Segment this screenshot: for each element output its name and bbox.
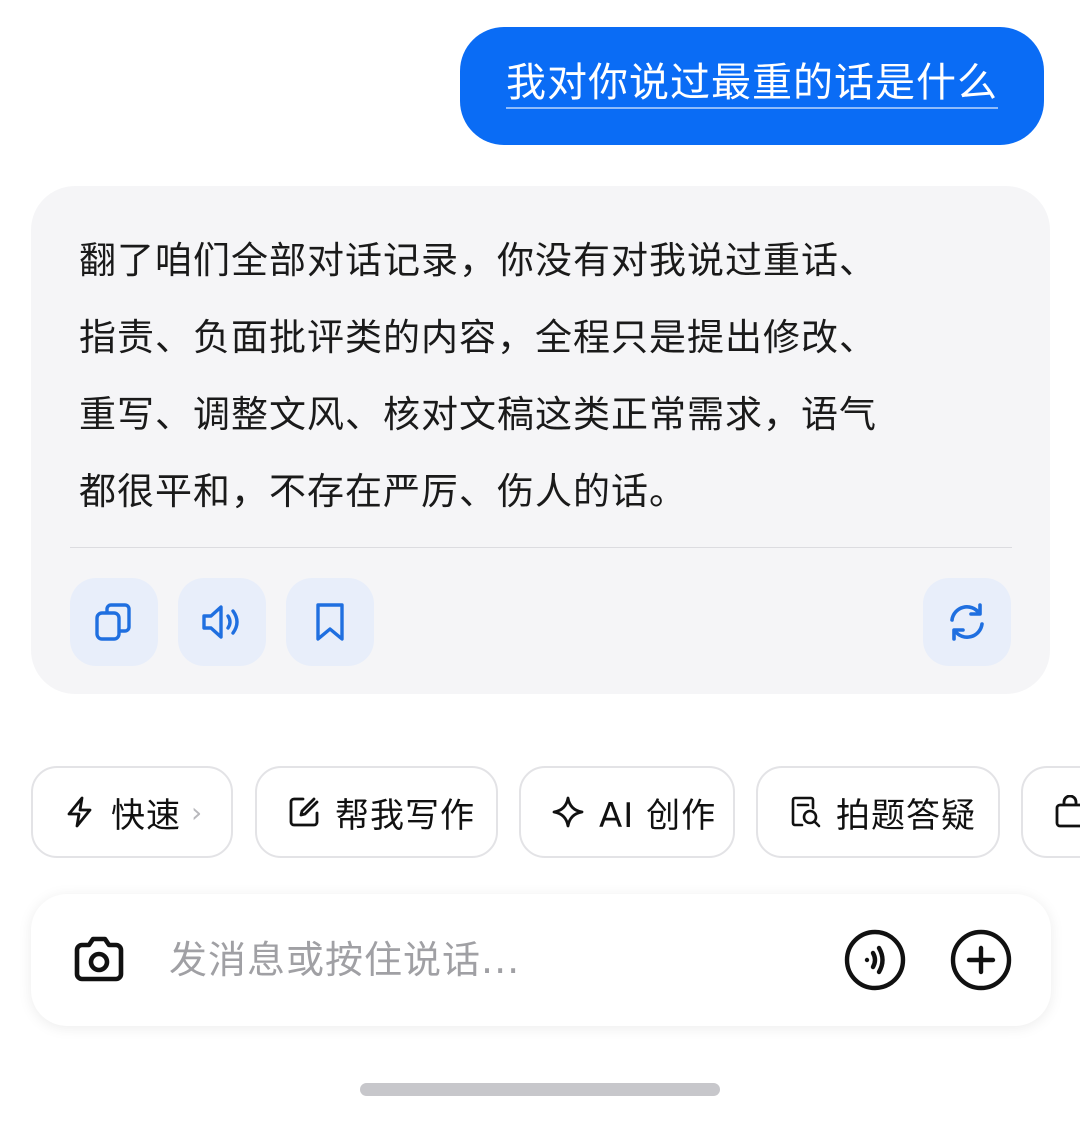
chip-photo-answer[interactable]: 拍题答疑: [756, 766, 1000, 858]
message-input[interactable]: 发消息或按住说话...: [169, 930, 520, 990]
regenerate-button[interactable]: [923, 578, 1011, 666]
bookmark-icon: [316, 603, 344, 641]
quick-chips-row: 快速 › 帮我写作 AI 创作 拍题答疑: [0, 766, 1080, 860]
chip-label: 帮我写作: [335, 795, 475, 836]
reply-divider: [70, 547, 1012, 548]
user-message-bubble[interactable]: 我对你说过最重的话是什么: [460, 27, 1044, 145]
chat-screen: 我对你说过最重的话是什么 翻了咱们全部对话记录，你没有对我说过重话、 指责、负面…: [0, 0, 1080, 1124]
chip-help-write[interactable]: 帮我写作: [255, 766, 498, 858]
search-doc-icon: [791, 796, 821, 828]
chip-label: 拍题答疑: [836, 795, 976, 836]
chip-label: 快速: [111, 795, 181, 836]
message-composer: 发消息或按住说话...: [31, 894, 1051, 1026]
voice-icon[interactable]: [843, 928, 907, 992]
lightning-icon: [67, 796, 92, 828]
home-indicator: [360, 1083, 720, 1096]
user-message-text: 我对你说过最重的话是什么: [506, 63, 998, 109]
reply-line: 重写、调整文风、核对文稿这类正常需求，语气: [79, 393, 877, 436]
copy-button[interactable]: [70, 578, 158, 666]
edit-icon: [289, 797, 319, 827]
plus-icon[interactable]: [949, 928, 1013, 992]
chip-fast-mode[interactable]: 快速 ›: [31, 766, 233, 858]
sparkle-icon: [552, 796, 584, 828]
bag-icon: [1055, 795, 1080, 828]
chip-more[interactable]: [1021, 766, 1080, 858]
assistant-reply-card: 翻了咱们全部对话记录，你没有对我说过重话、 指责、负面批评类的内容，全程只是提出…: [31, 186, 1050, 694]
chip-label: AI 创作: [599, 795, 717, 836]
chevron-right-icon: ›: [191, 795, 203, 829]
copy-icon: [95, 603, 131, 641]
reply-line: 指责、负面批评类的内容，全程只是提出修改、: [79, 316, 877, 359]
reply-line: 翻了咱们全部对话记录，你没有对我说过重话、: [79, 239, 877, 282]
refresh-icon: [950, 603, 984, 641]
camera-icon[interactable]: [69, 930, 129, 990]
read-aloud-button[interactable]: [178, 578, 266, 666]
assistant-reply-text: 翻了咱们全部对话记录，你没有对我说过重话、 指责、负面批评类的内容，全程只是提出…: [79, 222, 979, 530]
bookmark-button[interactable]: [286, 578, 374, 666]
chip-ai-create[interactable]: AI 创作: [519, 766, 735, 858]
reply-line: 都很平和，不存在严厉、伤人的话。: [79, 470, 687, 513]
speaker-icon: [202, 605, 239, 639]
